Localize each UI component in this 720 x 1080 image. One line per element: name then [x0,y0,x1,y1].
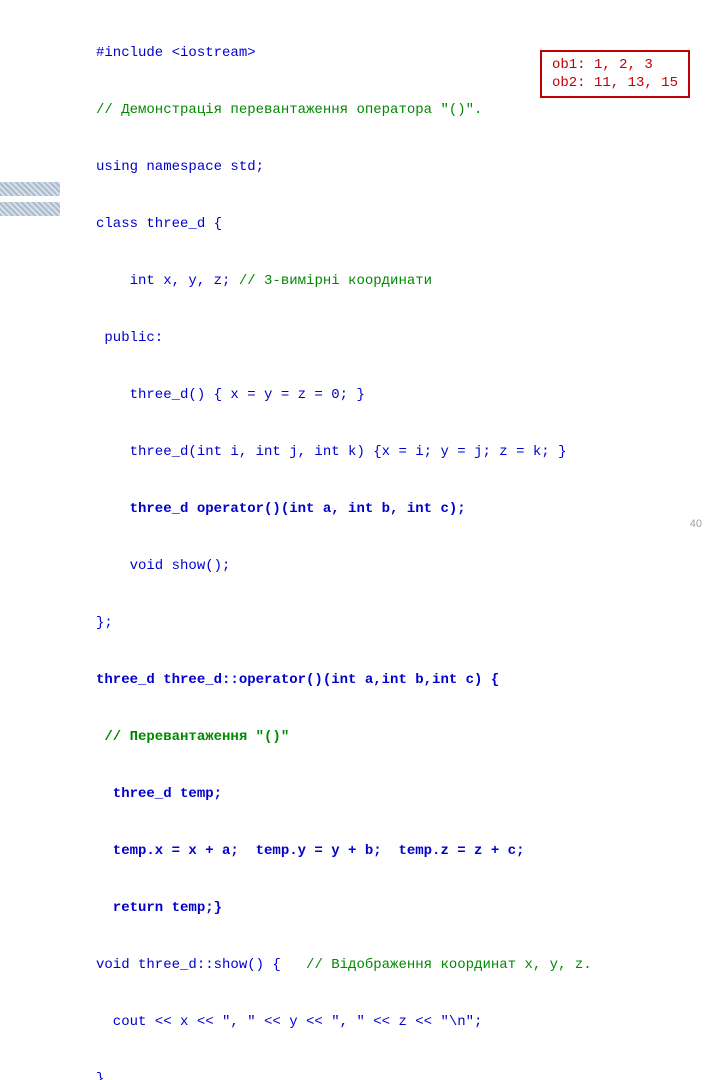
code-text: }; [96,614,592,633]
code-comment: // Демонстрація перевантаження оператора… [96,101,592,120]
code-block: #include <iostream> // Демонстрація пере… [96,6,592,1080]
code-text: #include [96,45,172,61]
slide: #include <iostream> // Демонстрація пере… [0,0,720,540]
code-text: class three_d { [96,215,592,234]
code-text: using namespace std; [96,158,592,177]
code-text: temp.x = x + a; temp.y = y + b; temp.z =… [96,842,592,861]
code-text: three_d operator()(int a, int b, int c); [96,500,592,519]
decorative-stripe [0,182,60,196]
code-text: public: [96,329,592,348]
code-text: return temp;} [96,899,592,918]
code-text: void three_d::show() { [96,957,306,973]
output-line: ob1: 1, 2, 3 [552,57,653,73]
code-comment: // Відображення координат x, y, z. [306,957,592,973]
decorative-stripe [0,202,60,216]
code-comment: // 3-вимірні координати [239,273,432,289]
code-text: cout << x << ", " << y << ", " << z << "… [96,1013,592,1032]
code-text: <iostream> [172,45,256,61]
output-box: ob1: 1, 2, 3 ob2: 11, 13, 15 [540,50,690,98]
code-text: three_d(int i, int j, int k) {x = i; y =… [96,443,592,462]
code-text: three_d three_d::operator()(int a,int b,… [96,671,592,690]
code-text: void show(); [96,557,592,576]
code-text: } [96,1070,592,1080]
code-comment: // Перевантаження "()" [96,728,592,747]
output-line: ob2: 11, 13, 15 [552,75,678,91]
page-number: 40 [690,518,702,530]
code-text: three_d temp; [96,785,592,804]
code-text: three_d() { x = y = z = 0; } [96,386,592,405]
code-text: int x, y, z; [96,273,239,289]
